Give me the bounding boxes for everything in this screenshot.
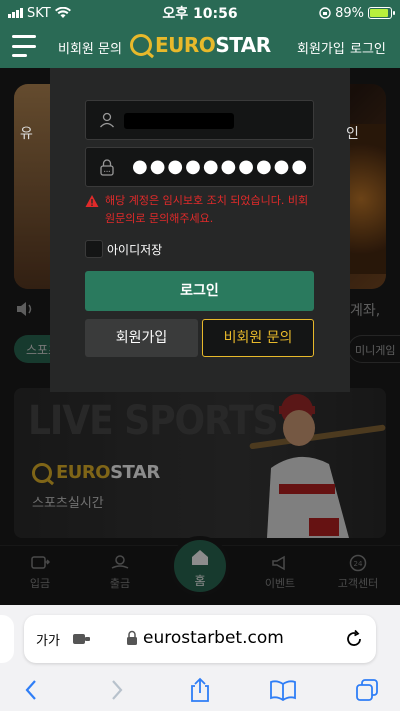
status-bar: SKT 오후 10:56 89% <box>0 0 400 26</box>
orientation-lock-icon <box>319 7 331 19</box>
svg-text:•••: ••• <box>103 169 110 174</box>
header-inquiry-link[interactable]: 비회원 문의 <box>58 38 122 57</box>
browser-bar: 가가 eurostarbet.com <box>0 605 400 711</box>
banner-left-text: 유 <box>20 126 33 142</box>
battery-icon <box>368 7 395 19</box>
browser-toolbar <box>0 675 400 705</box>
share-button[interactable] <box>185 675 215 705</box>
inquiry-button[interactable]: 비회원 문의 <box>202 319 314 357</box>
login-button[interactable]: 로그인 <box>85 271 314 311</box>
header-login-link[interactable]: 로그인 <box>350 38 386 57</box>
previous-tab-peek[interactable] <box>0 615 14 663</box>
logo-euro-text: EURO <box>155 33 216 57</box>
user-icon <box>100 112 114 128</box>
remember-id-checkbox[interactable] <box>85 240 103 258</box>
logo-star-text: STAR <box>215 33 271 57</box>
login-modal: ••• ●●●●●●●●●● 해당 계정은 임시보호 조치 되었습니다. 비회원… <box>50 68 350 392</box>
app-header: 비회원 문의 EUROSTAR 회원가입 로그인 <box>0 26 400 68</box>
extension-icon[interactable] <box>72 631 92 647</box>
menu-icon[interactable] <box>12 35 36 57</box>
tabs-icon <box>356 679 378 701</box>
header-join-link[interactable]: 회원가입 <box>297 38 345 57</box>
forward-button[interactable] <box>102 675 132 705</box>
lock-icon <box>127 630 137 645</box>
lock-icon: ••• <box>100 159 114 176</box>
battery-percent: 89% <box>335 5 364 21</box>
password-field[interactable]: ••• ●●●●●●●●●● <box>85 147 314 187</box>
error-message: 해당 계정은 임시보호 조치 되었습니다. 비회원문의로 문의해주세요. <box>105 194 309 225</box>
book-icon <box>270 680 296 701</box>
warning-icon <box>85 195 99 207</box>
tabs-button[interactable] <box>352 675 382 705</box>
bookmarks-button[interactable] <box>268 675 298 705</box>
chevron-left-icon <box>25 680 36 700</box>
logo-q-icon <box>130 34 152 56</box>
error-alert: 해당 계정은 임시보호 조치 되었습니다. 비회원문의로 문의해주세요. <box>85 192 315 228</box>
remember-id-label: 아이디저장 <box>107 242 163 257</box>
text-size-button[interactable]: 가가 <box>36 630 60 649</box>
username-field[interactable] <box>85 100 314 140</box>
chevron-right-icon <box>112 680 123 700</box>
address-bar[interactable]: 가가 eurostarbet.com <box>24 615 376 663</box>
reload-icon[interactable] <box>344 629 364 649</box>
banner-right-text: 인 <box>346 126 359 142</box>
back-button[interactable] <box>16 675 46 705</box>
url-text: eurostarbet.com <box>143 628 284 648</box>
remember-id[interactable]: 아이디저장 <box>85 240 162 258</box>
password-value: ●●●●●●●●●● <box>132 156 310 177</box>
redacted-username <box>124 113 234 129</box>
share-icon <box>191 677 209 702</box>
eurostar-logo[interactable]: EUROSTAR <box>130 33 271 57</box>
join-button[interactable]: 회원가입 <box>85 319 198 357</box>
